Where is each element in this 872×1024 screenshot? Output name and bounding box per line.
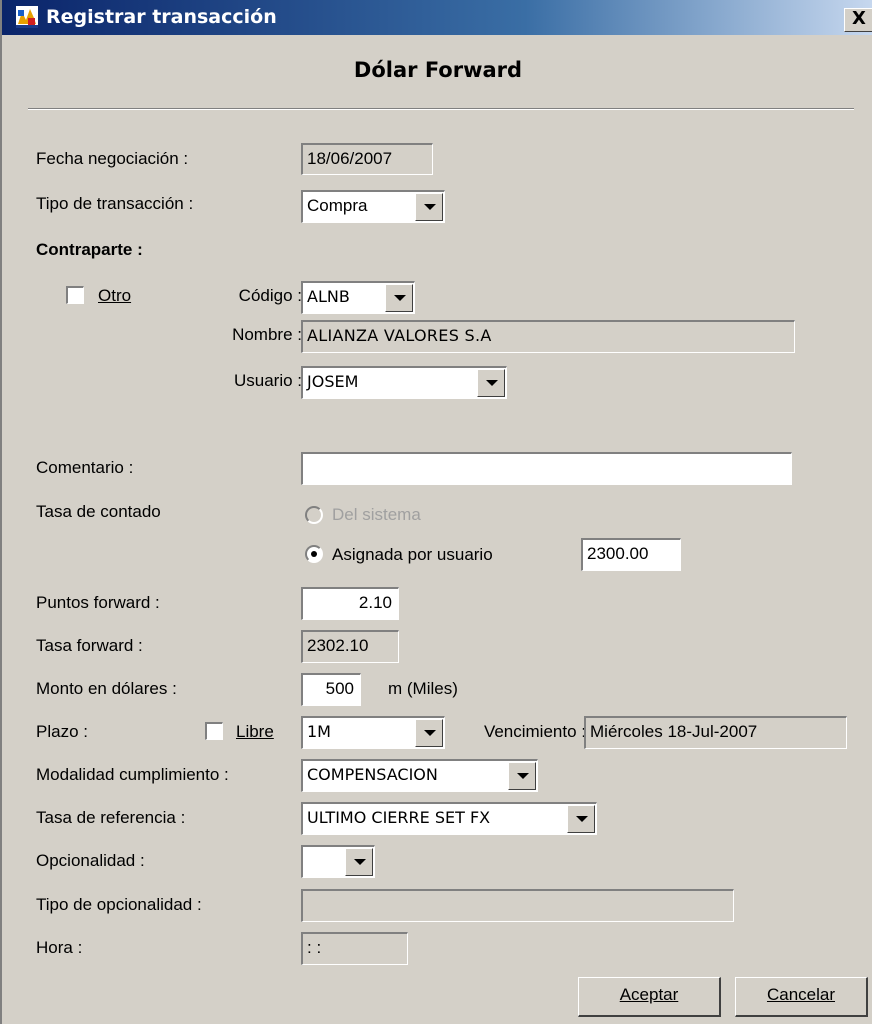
- asignada-radio[interactable]: [305, 545, 323, 563]
- cancelar-label: Cancelar: [766, 985, 836, 1004]
- tasa-forward-label: Tasa forward :: [36, 636, 143, 655]
- usuario-select[interactable]: JOSEM: [301, 366, 507, 399]
- close-button[interactable]: X: [844, 8, 872, 32]
- tipo-label: Tipo de transacción :: [36, 194, 194, 213]
- app-icon: [16, 6, 38, 28]
- nombre-label: Nombre :: [232, 325, 302, 344]
- nombre-field: ALIANZA VALORES S.A: [301, 320, 795, 353]
- plazo-select[interactable]: 1M: [301, 716, 445, 749]
- window-title: Registrar transacción: [46, 6, 277, 28]
- otro-label: Otro: [98, 286, 131, 306]
- usuario-label: Usuario :: [233, 371, 302, 390]
- chevron-down-icon[interactable]: [345, 848, 373, 876]
- plazo-value: 1M: [307, 722, 331, 741]
- tipo-value: Compra: [307, 196, 368, 215]
- hora-label: Hora :: [36, 938, 83, 957]
- radio-dot-icon: [311, 551, 317, 557]
- opcionalidad-select[interactable]: [301, 845, 375, 878]
- title-bar[interactable]: Registrar transacción X: [2, 0, 872, 35]
- fecha-label: Fecha negociación :: [36, 149, 189, 168]
- puntos-label: Puntos forward :: [36, 593, 160, 612]
- comentario-label: Comentario :: [36, 458, 134, 477]
- codigo-select[interactable]: ALNB: [301, 281, 415, 314]
- puntos-input[interactable]: 2.10: [301, 587, 399, 620]
- libre-label-text: Libre: [236, 722, 274, 741]
- chevron-down-icon[interactable]: [385, 284, 413, 312]
- tasa-forward-field: 2302.10: [301, 630, 399, 663]
- monto-label: Monto en dólares :: [36, 679, 177, 698]
- chevron-down-icon[interactable]: [415, 193, 443, 221]
- modalidad-label: Modalidad cumplimiento :: [36, 765, 229, 784]
- chevron-down-icon[interactable]: [477, 369, 505, 397]
- monto-input[interactable]: 500: [301, 673, 361, 706]
- tipo-opcionalidad-label: Tipo de opcionalidad :: [36, 895, 202, 914]
- chevron-down-icon[interactable]: [508, 762, 536, 790]
- aceptar-label: Aceptar: [619, 985, 679, 1004]
- asignada-label: Asignada por usuario: [332, 545, 493, 564]
- hora-field: : :: [301, 932, 408, 965]
- del-sistema-label: Del sistema: [332, 505, 421, 524]
- codigo-label: Código :: [238, 286, 302, 305]
- codigo-value: ALNB: [307, 287, 350, 306]
- fecha-field: 18/06/2007: [301, 143, 433, 175]
- referencia-value: ULTIMO CIERRE SET FX: [307, 808, 491, 827]
- usuario-value: JOSEM: [307, 372, 359, 391]
- tasa-contado-label: Tasa de contado: [36, 502, 161, 521]
- comentario-input[interactable]: [301, 452, 792, 485]
- chevron-down-icon[interactable]: [415, 719, 443, 747]
- tipo-opcionalidad-field: [301, 889, 734, 922]
- modalidad-select[interactable]: COMPENSACION: [301, 759, 538, 792]
- chevron-down-icon[interactable]: [567, 805, 595, 833]
- contraparte-label: Contraparte :: [36, 240, 143, 259]
- libre-label: Libre: [236, 722, 274, 742]
- vencimiento-label: Vencimiento :: [483, 722, 586, 741]
- referencia-label: Tasa de referencia :: [36, 808, 186, 827]
- vencimiento-field: Miércoles 18-Jul-2007: [584, 716, 847, 749]
- heading-separator: [28, 108, 854, 110]
- aceptar-button[interactable]: Aceptar: [578, 977, 721, 1017]
- otro-label-text: Otro: [98, 286, 132, 305]
- del-sistema-radio[interactable]: [305, 506, 323, 524]
- plazo-label: Plazo :: [36, 722, 88, 741]
- libre-checkbox[interactable]: [205, 722, 223, 740]
- dialog-window: Registrar transacción X Dólar Forward Fe…: [0, 0, 872, 1024]
- form-heading: Dólar Forward: [353, 58, 523, 82]
- otro-checkbox[interactable]: [66, 286, 84, 304]
- tipo-select[interactable]: Compra: [301, 190, 445, 223]
- cancelar-button[interactable]: Cancelar: [735, 977, 868, 1017]
- modalidad-value: COMPENSACION: [307, 765, 438, 784]
- asignada-input[interactable]: 2300.00: [581, 538, 681, 571]
- opcionalidad-label: Opcionalidad :: [36, 851, 145, 870]
- monto-unit: m (Miles): [388, 679, 458, 698]
- referencia-select[interactable]: ULTIMO CIERRE SET FX: [301, 802, 597, 835]
